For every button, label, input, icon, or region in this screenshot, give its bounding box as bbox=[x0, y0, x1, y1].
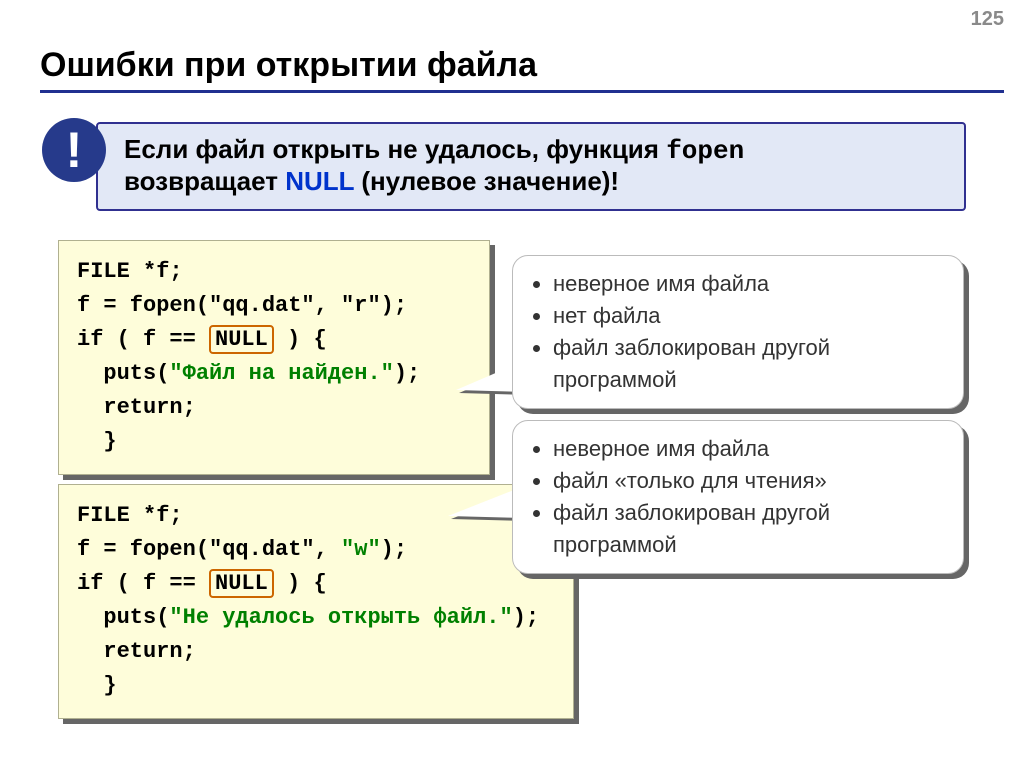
warning-line-2: возвращает NULL (нулевое значение)! bbox=[124, 166, 948, 197]
exclamation-icon: ! bbox=[42, 118, 106, 182]
code2-l4b: ); bbox=[513, 605, 539, 630]
code-block-write: FILE *f; f = fopen("qq.dat", "w"); if ( … bbox=[58, 484, 574, 719]
code2-l3b: ) { bbox=[274, 571, 327, 596]
code1-l5: return; bbox=[77, 395, 196, 420]
warn-null: NULL bbox=[285, 166, 354, 196]
code1-l6: } bbox=[77, 429, 117, 454]
code2-l3a: if ( f == bbox=[77, 571, 209, 596]
callout1-item-0: неверное имя файла bbox=[553, 268, 945, 300]
code2-l2b: ); bbox=[381, 537, 407, 562]
warning-box: Если файл открыть не удалось, функция fo… bbox=[96, 122, 966, 211]
warning-line-1: Если файл открыть не удалось, функция fo… bbox=[124, 134, 948, 166]
code2-l5: return; bbox=[77, 639, 196, 664]
code1-l3b: ) { bbox=[274, 327, 327, 352]
code1-l2: f = fopen("qq.dat", "r"); bbox=[77, 293, 407, 318]
warn-text-2b: (нулевое значение)! bbox=[361, 166, 619, 196]
code1-l1: FILE *f; bbox=[77, 259, 183, 284]
null-highlight-2: NULL bbox=[209, 569, 274, 598]
code1-l4b: ); bbox=[394, 361, 420, 386]
callout2-item-0: неверное имя файла bbox=[553, 433, 945, 465]
warn-text-1a: Если файл открыть не удалось, функция bbox=[124, 134, 666, 164]
callout1-item-2: файл заблокирован другой программой bbox=[553, 332, 945, 396]
warn-text-2a: возвращает bbox=[124, 166, 285, 196]
code2-l2w: "w" bbox=[341, 537, 381, 562]
code2-l2a: f = fopen("qq.dat", bbox=[77, 537, 341, 562]
code1-l4a: puts( bbox=[77, 361, 169, 386]
code1-l3a: if ( f == bbox=[77, 327, 209, 352]
code1-l4s: "Файл на найден." bbox=[169, 361, 393, 386]
slide-title: Ошибки при открытии файла bbox=[40, 46, 537, 85]
code2-l6: } bbox=[77, 673, 117, 698]
callout-write-errors: неверное имя файла файл «только для чтен… bbox=[512, 420, 964, 574]
title-underline bbox=[40, 90, 1004, 93]
code2-l1: FILE *f; bbox=[77, 503, 183, 528]
callout2-item-2: файл заблокирован другой программой bbox=[553, 497, 945, 561]
code2-l4s: "Не удалось открыть файл." bbox=[169, 605, 512, 630]
callout-read-errors: неверное имя файла нет файла файл заблок… bbox=[512, 255, 964, 409]
callout1-item-1: нет файла bbox=[553, 300, 945, 332]
null-highlight-1: NULL bbox=[209, 325, 274, 354]
warn-code-fopen: fopen bbox=[666, 136, 744, 166]
code2-l4a: puts( bbox=[77, 605, 169, 630]
code-block-read: FILE *f; f = fopen("qq.dat", "r"); if ( … bbox=[58, 240, 490, 475]
callout2-item-1: файл «только для чтения» bbox=[553, 465, 945, 497]
page-number: 125 bbox=[971, 8, 1004, 31]
